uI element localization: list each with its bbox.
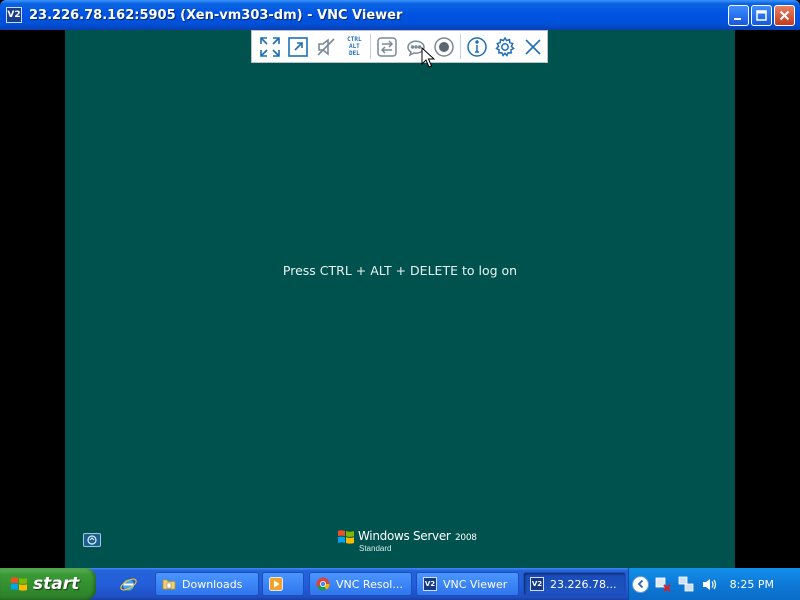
- settings-button[interactable]: [491, 32, 519, 61]
- cad-line-ctrl: CTRL: [347, 36, 362, 43]
- vnc-app-icon: V2: [423, 577, 437, 591]
- task-media-player[interactable]: [262, 572, 304, 596]
- os-year: 2008: [455, 533, 477, 543]
- vnc-app-icon[interactable]: V2: [6, 7, 22, 23]
- file-transfer-button[interactable]: [373, 32, 401, 61]
- task-label: Downloads: [182, 577, 243, 591]
- window-title: 23.226.78.162:5905 (Xen-vm303-dm) - VNC …: [29, 7, 403, 23]
- task-vnc-session[interactable]: V2 23.226.78...: [523, 572, 626, 596]
- os-edition: Standard: [359, 544, 392, 553]
- speaker-muted-icon: [317, 37, 335, 56]
- media-player-icon: [269, 577, 283, 591]
- info-button[interactable]: [463, 32, 491, 61]
- taskbar-clock[interactable]: 8:25 PM: [730, 578, 774, 591]
- vnc-toolbar: CTRL ALT DEL: [251, 30, 548, 63]
- tray-network[interactable]: [678, 576, 695, 593]
- minimize-icon: [734, 18, 741, 20]
- cad-line-del: DEL: [348, 50, 360, 57]
- scale-button[interactable]: [284, 32, 312, 61]
- maximize-button[interactable]: [751, 5, 772, 26]
- chrome-icon: [316, 577, 330, 591]
- scale-icon: [288, 36, 308, 57]
- record-icon: [433, 36, 454, 57]
- network-alert-icon: [655, 577, 671, 592]
- window-titlebar[interactable]: V2 23.226.78.162:5905 (Xen-vm303-dm) - V…: [0, 0, 800, 30]
- ctrl-alt-del-icon: CTRL ALT DEL: [347, 36, 361, 57]
- remote-logon-screen[interactable]: Press CTRL + ALT + DELETE to log on Wind…: [65, 30, 735, 568]
- folder-icon: [162, 579, 176, 590]
- gear-icon: [495, 36, 515, 57]
- close-window-button[interactable]: [774, 5, 795, 26]
- task-vnc-resolution[interactable]: VNC Resol...: [309, 572, 412, 596]
- close-icon: [525, 38, 541, 55]
- task-vnc-viewer[interactable]: V2 VNC Viewer: [416, 572, 519, 596]
- windows-flag-icon: [11, 577, 27, 591]
- taskbar: start Downloads VNC Resol... V2 VNC View…: [0, 568, 800, 600]
- maximize-icon: [756, 10, 767, 21]
- tray-volume[interactable]: [701, 576, 718, 593]
- fullscreen-button[interactable]: [256, 32, 284, 61]
- mouse-cursor-icon: [421, 47, 435, 68]
- fullscreen-icon: [260, 36, 280, 57]
- task-downloads[interactable]: Downloads: [155, 572, 259, 596]
- show-hidden-icons-button[interactable]: [632, 575, 649, 593]
- toolbar-divider: [459, 34, 461, 59]
- task-label: VNC Viewer: [443, 577, 508, 591]
- close-session-button[interactable]: [519, 32, 547, 61]
- minimize-button[interactable]: [728, 5, 749, 26]
- ctrl-alt-del-button[interactable]: CTRL ALT DEL: [340, 32, 368, 61]
- network-icon: [678, 576, 694, 591]
- transfer-icon: [377, 36, 398, 57]
- speaker-icon: [703, 578, 717, 590]
- start-button[interactable]: start: [0, 568, 96, 600]
- info-icon: [467, 36, 487, 57]
- task-label: 23.226.78...: [550, 577, 617, 591]
- vnc-viewport[interactable]: Press CTRL + ALT + DELETE to log on Wind…: [0, 30, 800, 568]
- logon-message: Press CTRL + ALT + DELETE to log on: [282, 263, 518, 278]
- tray-network-warning[interactable]: [655, 576, 672, 593]
- mute-audio-button[interactable]: [312, 32, 340, 61]
- vnc-app-icon: V2: [530, 577, 544, 591]
- close-icon: [779, 10, 790, 21]
- start-label: start: [33, 574, 80, 594]
- chevron-left-icon: [637, 579, 643, 589]
- system-tray: 8:25 PM: [628, 568, 800, 600]
- windows-server-logo: Windows Server 2008 Standard: [337, 527, 477, 553]
- internet-explorer-icon[interactable]: [119, 575, 138, 594]
- task-label: VNC Resol...: [336, 577, 403, 591]
- toolbar-divider: [370, 34, 372, 59]
- windows-flag-icon: [338, 530, 354, 544]
- ease-of-access-icon[interactable]: [83, 533, 101, 547]
- os-brand: Windows Server: [358, 529, 451, 543]
- cad-line-alt: ALT: [348, 43, 360, 50]
